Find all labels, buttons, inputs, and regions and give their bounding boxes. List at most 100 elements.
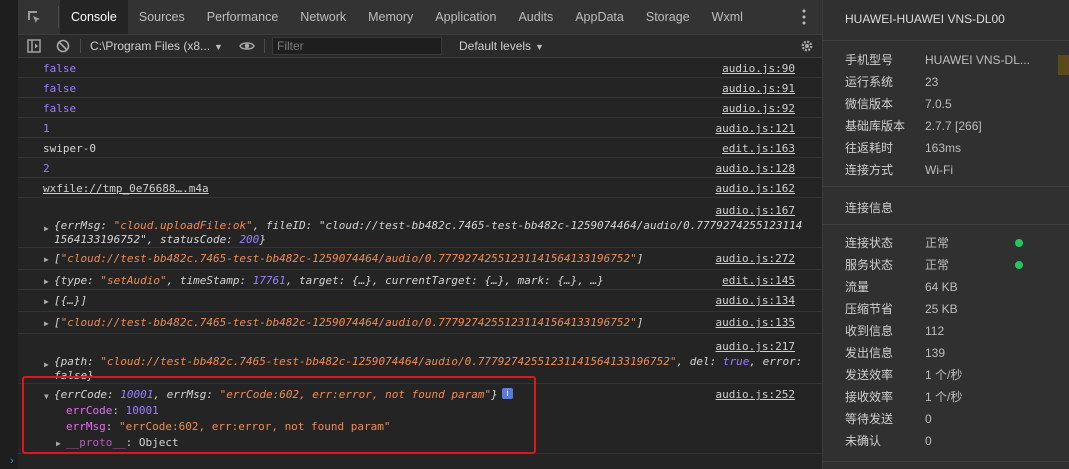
tab-console[interactable]: Console — [60, 0, 128, 34]
source-link[interactable]: audio.js:252 — [716, 388, 795, 401]
info-row: 手机型号 HUAWEI VNS-DL... — [845, 49, 1065, 71]
tab-sources[interactable]: Sources — [128, 0, 196, 34]
connection-value: 112 — [925, 324, 945, 338]
connection-row: 服务状态 正常 — [845, 254, 1065, 276]
connection-row: 流量 64 KB — [845, 276, 1065, 298]
levels-label: Default levels — [459, 39, 532, 53]
connection-key: 等待发送 — [845, 412, 894, 426]
info-key: 往返耗时 — [845, 141, 894, 155]
tab-network[interactable]: Network — [289, 0, 357, 34]
info-row: 往返耗时 163ms — [845, 137, 1065, 159]
log-levels-dropdown[interactable]: Default levels ▼ — [459, 35, 544, 57]
eye-icon[interactable] — [239, 39, 255, 53]
clear-console-icon[interactable] — [56, 39, 70, 53]
inspect-icon[interactable] — [26, 9, 42, 25]
tabbar-separator — [58, 6, 59, 28]
connection-row: 连接状态 正常 — [845, 232, 1065, 254]
expand-arrow-icon[interactable]: ▶ — [44, 255, 49, 264]
tab-audits[interactable]: Audits — [507, 0, 564, 34]
filter-input[interactable]: Filter — [272, 37, 442, 55]
console-prompt[interactable]: › — [10, 455, 14, 467]
tab-memory[interactable]: Memory — [357, 0, 424, 34]
info-value: 7.0.5 — [925, 97, 952, 111]
tab-performance[interactable]: Performance — [196, 0, 290, 34]
tab-application[interactable]: Application — [424, 0, 507, 34]
info-key: 运行系统 — [845, 75, 894, 89]
expand-arrow-icon[interactable]: ▶ — [44, 277, 49, 286]
expand-arrow-icon[interactable]: ▶ — [44, 319, 49, 328]
console-row: audio.js:134 ▶ [{…}] — [18, 290, 822, 312]
sidebar-toggle-icon[interactable] — [27, 39, 41, 53]
console-message[interactable]: wxfile://tmp_0e76688….m4a — [43, 182, 209, 195]
console-message: swiper-0 — [43, 142, 96, 155]
chevron-down-icon: ▼ — [535, 42, 544, 52]
connection-section-title: 连接信息 — [845, 201, 894, 215]
connection-row: 发送效率 1 个/秒 — [845, 364, 1065, 386]
console-row: edit.js:145 ▶ {type: "setAudio", timeStamp… — [18, 270, 822, 290]
context-selector[interactable]: C:\Program Files (x8... ▼ — [90, 35, 223, 57]
connection-row: 未确认 0 — [845, 430, 1065, 452]
toolbar-separator — [264, 39, 265, 53]
tab-wxml[interactable]: Wxml — [701, 0, 754, 34]
source-link[interactable]: audio.js:217 — [716, 340, 795, 353]
console-row: audio.js:128 2 — [18, 158, 822, 178]
connection-value: 139 — [925, 346, 946, 360]
tab-storage[interactable]: Storage — [635, 0, 701, 34]
console-row: audio.js:167 ▶ {errMsg: "cloud.uploadFile:… — [18, 198, 822, 248]
console-message: ["cloud://test-bb482c.7465-test-bb482c-1… — [54, 316, 644, 329]
source-link[interactable]: audio.js:135 — [716, 316, 795, 329]
tab-list: Console Sources Performance Network Memory Ap… — [60, 0, 754, 34]
gear-icon[interactable] — [800, 39, 814, 53]
source-link[interactable]: edit.js:163 — [722, 142, 795, 155]
connection-value: 1 个/秒 — [925, 368, 963, 382]
info-value: 23 — [925, 75, 939, 89]
source-link[interactable]: audio.js:128 — [716, 162, 795, 175]
more-vert-icon[interactable] — [802, 9, 806, 25]
info-value: HUAWEI VNS-DL... — [925, 53, 1030, 67]
connection-key: 服务状态 — [845, 258, 894, 272]
info-key: 连接方式 — [845, 163, 894, 177]
console-row: audio.js:91 false — [18, 78, 822, 98]
connection-value: 正常 — [925, 258, 950, 272]
console-message: false — [43, 62, 77, 75]
connection-key: 接收效率 — [845, 390, 894, 404]
info-row: 微信版本 7.0.5 — [845, 93, 1065, 115]
toolbar-separator — [80, 39, 81, 53]
panel-divider — [823, 186, 1069, 187]
connection-key: 发出信息 — [845, 346, 894, 360]
source-link[interactable]: audio.js:272 — [716, 252, 795, 265]
console-row: audio.js:272 ▶ ["cloud://test-bb482c.7465-… — [18, 248, 822, 270]
connection-value: 正常 — [925, 236, 950, 250]
device-info-panel: HUAWEI-HUAWEI VNS-DL00 手机型号 HUAWEI VNS-DL… — [822, 0, 1069, 469]
info-row: 连接方式 Wi-Fi — [845, 159, 1065, 181]
highlight-box — [22, 376, 536, 454]
expand-arrow-icon[interactable]: ▶ — [44, 224, 49, 233]
source-link[interactable]: audio.js:162 — [716, 182, 795, 195]
source-link[interactable]: audio.js:167 — [716, 204, 795, 217]
source-link[interactable]: audio.js:121 — [716, 122, 795, 135]
tab-appdata[interactable]: AppData — [564, 0, 635, 34]
source-link[interactable]: audio.js:92 — [722, 102, 795, 115]
connection-value: 25 KB — [925, 302, 958, 316]
console-toolbar: C:\Program Files (x8... ▼ Filter Default … — [18, 35, 822, 58]
editor-gutter-highlight — [1058, 55, 1069, 75]
source-link[interactable]: edit.js:145 — [722, 274, 795, 287]
source-link[interactable]: audio.js:134 — [716, 294, 795, 307]
info-value: Wi-Fi — [925, 163, 953, 177]
panel-divider — [823, 461, 1069, 462]
source-link[interactable]: audio.js:90 — [722, 62, 795, 75]
source-link[interactable]: audio.js:91 — [722, 82, 795, 95]
connection-key: 未确认 — [845, 434, 882, 448]
console-message: {errMsg: "cloud.uploadFile:ok", fileID: … — [54, 219, 803, 232]
console-message: ["cloud://test-bb482c.7465-test-bb482c-1… — [54, 252, 644, 265]
console-row: audio.js:162 wxfile://tmp_0e76688….m4a — [18, 178, 822, 198]
console-row: audio.js:135 ▶ ["cloud://test-bb482c.7465-… — [18, 312, 822, 334]
connection-value: 1 个/秒 — [925, 390, 963, 404]
info-key: 微信版本 — [845, 97, 894, 111]
console-row: edit.js:163 swiper-0 — [18, 138, 822, 158]
info-row: 基础库版本 2.7.7 [266] — [845, 115, 1065, 137]
info-key: 手机型号 — [845, 53, 894, 67]
device-name: HUAWEI-HUAWEI VNS-DL00 — [845, 12, 1005, 26]
expand-arrow-icon[interactable]: ▶ — [44, 297, 49, 306]
expand-arrow-icon[interactable]: ▶ — [44, 360, 49, 369]
